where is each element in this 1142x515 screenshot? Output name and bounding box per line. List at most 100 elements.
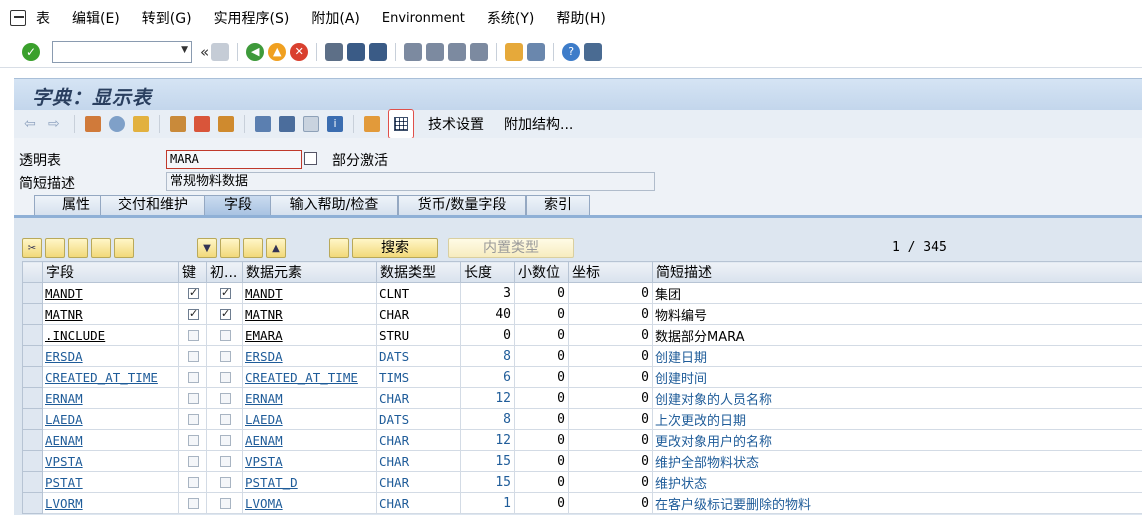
next-object-icon[interactable]: ⇨ <box>48 116 64 132</box>
column-header-key[interactable]: 键 <box>178 261 207 283</box>
column-header-short-description[interactable]: 简短描述 <box>652 261 1142 283</box>
data-element-cell[interactable]: ERSDA <box>242 345 377 367</box>
field-name-cell[interactable]: CREATED_AT_TIME <box>42 366 179 388</box>
data-element-cell[interactable]: EMARA <box>242 324 377 346</box>
menu-item-help[interactable]: 帮助(H) <box>556 8 605 28</box>
table-row[interactable]: CREATED_AT_TIME CREATED_AT_TIME TIMS 6 0 0 创建时… <box>22 366 1142 388</box>
field-name-cell[interactable]: PSTAT <box>42 471 179 493</box>
layout-menu-icon[interactable] <box>584 42 603 61</box>
where-used-icon[interactable] <box>218 116 234 132</box>
back-icon[interactable]: ◀ <box>246 42 265 61</box>
field-name-cell[interactable]: LVORM <box>42 492 179 514</box>
table-row[interactable]: VPSTA VPSTA CHAR 15 0 0 维护全部物料状态 <box>22 450 1142 472</box>
sort-icon[interactable]: ▼ <box>197 238 217 258</box>
row-selector[interactable] <box>22 345 43 367</box>
column-header-coordinate[interactable]: 坐标 <box>568 261 653 283</box>
field-name-cell[interactable]: LAEDA <box>42 408 179 430</box>
row-selector[interactable] <box>22 303 43 325</box>
copy-icon[interactable] <box>304 152 317 165</box>
display-object-list-icon[interactable] <box>303 116 319 132</box>
field-name-link[interactable]: MATNR <box>45 307 83 322</box>
row-selector[interactable] <box>22 429 43 451</box>
previous-page-icon[interactable] <box>426 42 445 61</box>
print-icon[interactable] <box>325 42 344 61</box>
column-header-data-type[interactable]: 数据类型 <box>376 261 461 283</box>
copy-row-icon[interactable] <box>45 238 65 258</box>
row-selector[interactable] <box>22 324 43 346</box>
data-element-link[interactable]: AENAM <box>245 433 283 448</box>
new-session-icon[interactable] <box>505 42 524 61</box>
row-selector[interactable] <box>22 492 43 514</box>
field-name-link[interactable]: LVORM <box>45 496 83 511</box>
column-header-data-element[interactable]: 数据元素 <box>242 261 377 283</box>
paste-row-icon[interactable] <box>68 238 88 258</box>
data-element-link[interactable]: EMARA <box>245 328 283 343</box>
data-element-cell[interactable]: LAEDA <box>242 408 377 430</box>
insert-row-icon[interactable] <box>91 238 111 258</box>
help-icon[interactable]: ? <box>562 42 581 61</box>
table-contents-button[interactable] <box>388 109 414 139</box>
field-name-link[interactable]: ERNAM <box>45 391 83 406</box>
menu-item-utilities[interactable]: 实用程序(S) <box>214 8 290 28</box>
field-name-link[interactable]: CREATED_AT_TIME <box>45 370 158 385</box>
append-structure-button[interactable]: 附加结构... <box>504 114 573 134</box>
data-element-cell[interactable]: ERNAM <box>242 387 377 409</box>
tab-indexes[interactable]: 索引 <box>526 195 590 215</box>
search-button[interactable]: 搜索 <box>352 238 438 258</box>
data-element-cell[interactable]: AENAM <box>242 429 377 451</box>
table-row[interactable]: PSTAT PSTAT_D CHAR 15 0 0 维护状态 <box>22 471 1142 493</box>
table-row[interactable]: MANDTMANDTCLNT300集团 <box>22 282 1142 304</box>
graphic-icon[interactable] <box>364 116 380 132</box>
activate-icon[interactable] <box>194 116 210 132</box>
data-element-link[interactable]: ERNAM <box>245 391 283 406</box>
enter-icon[interactable]: ✓ <box>22 42 40 61</box>
row-selector[interactable] <box>22 450 43 472</box>
cut-icon[interactable]: ✂ <box>22 238 42 258</box>
hierarchy-icon[interactable] <box>255 116 271 132</box>
tab-input-help-check[interactable]: 输入帮助/检查 <box>270 195 398 215</box>
select-all-header[interactable] <box>22 261 43 283</box>
field-name-link[interactable]: MANDT <box>45 286 83 301</box>
column-header-length[interactable]: 长度 <box>460 261 515 283</box>
data-element-link[interactable]: VPSTA <box>245 454 283 469</box>
save-icon[interactable] <box>211 42 230 61</box>
upload-icon[interactable]: ▲ <box>266 238 286 258</box>
row-selector[interactable] <box>22 366 43 388</box>
field-name-link[interactable]: LAEDA <box>45 412 83 427</box>
data-element-cell[interactable]: CREATED_AT_TIME <box>242 366 377 388</box>
menu-item-table[interactable]: 表 <box>36 8 50 28</box>
table-row[interactable]: ERSDA ERSDA DATS 8 0 0 创建日期 <box>22 345 1142 367</box>
field-name-cell[interactable]: .INCLUDE <box>42 324 179 346</box>
last-page-icon[interactable] <box>470 42 489 61</box>
data-element-link[interactable]: MANDT <box>245 286 283 301</box>
data-element-cell[interactable]: LVOMA <box>242 492 377 514</box>
filter-icon[interactable] <box>220 238 240 258</box>
info-icon[interactable]: i <box>327 116 343 132</box>
menu-item-extras[interactable]: 附加(A) <box>311 8 360 28</box>
table-row[interactable]: AENAM AENAM CHAR 12 0 0 更改对象用户的名称 <box>22 429 1142 451</box>
field-name-cell[interactable]: VPSTA <box>42 450 179 472</box>
shortcut-icon[interactable] <box>527 42 546 61</box>
command-field[interactable]: ▼ <box>52 40 192 63</box>
column-header-decimals[interactable]: 小数位 <box>514 261 569 283</box>
exit-icon[interactable]: ▲ <box>268 42 287 61</box>
system-menu-icon[interactable] <box>10 10 26 26</box>
field-name-link[interactable]: PSTAT <box>45 475 83 490</box>
row-selector[interactable] <box>22 408 43 430</box>
field-name-cell[interactable]: MATNR <box>42 303 179 325</box>
find-icon[interactable] <box>347 42 366 61</box>
menu-item-edit[interactable]: 编辑(E) <box>72 8 120 28</box>
find-next-icon[interactable] <box>369 42 388 61</box>
field-name-link[interactable]: ERSDA <box>45 349 83 364</box>
data-element-link[interactable]: LAEDA <box>245 412 283 427</box>
table-row[interactable]: .INCLUDE EMARA STRU 0 0 0 数据部分MARA <box>22 324 1142 346</box>
row-selector[interactable] <box>22 282 43 304</box>
other-object-icon[interactable] <box>133 116 149 132</box>
table-row[interactable]: LAEDA LAEDA DATS 8 0 0 上次更改的日期 <box>22 408 1142 430</box>
column-header-field[interactable]: 字段 <box>42 261 179 283</box>
display-change-icon[interactable] <box>85 116 101 132</box>
data-element-link[interactable]: MATNR <box>245 307 283 322</box>
data-element-link[interactable]: CREATED_AT_TIME <box>245 370 358 385</box>
chevron-down-icon[interactable]: ▼ <box>181 45 188 55</box>
object-list-icon[interactable] <box>279 116 295 132</box>
